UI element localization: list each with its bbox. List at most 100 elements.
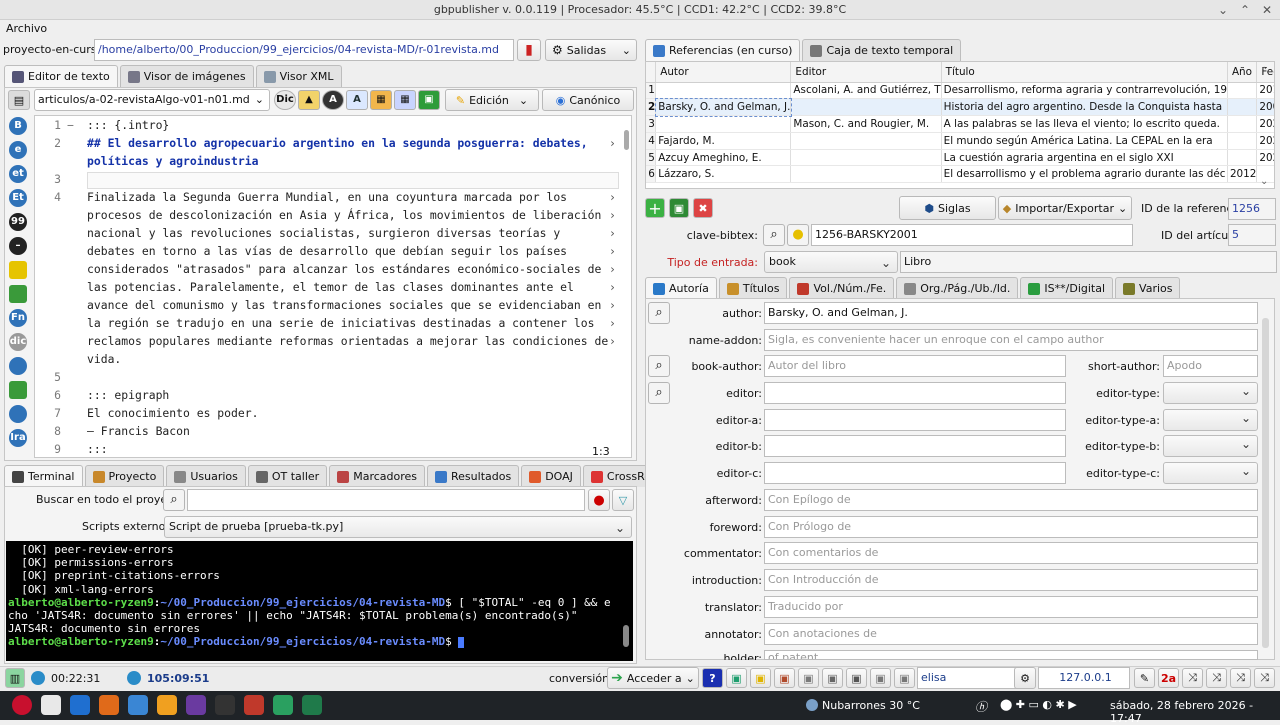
debian-icon[interactable]: [12, 695, 32, 715]
ebook-icon[interactable]: ▣: [726, 668, 747, 688]
tab-marcadores[interactable]: Marcadores: [329, 465, 426, 487]
ip-field[interactable]: 127.0.0.1: [1038, 667, 1130, 689]
search-side-icon[interactable]: [9, 405, 27, 423]
tab-proyecto[interactable]: Proyecto: [84, 465, 165, 487]
highlight-icon[interactable]: ▲: [298, 90, 320, 110]
ira-icon[interactable]: Ira: [9, 429, 27, 447]
fold-icon[interactable]: −: [67, 118, 74, 132]
hp-icon[interactable]: ⓗ: [975, 698, 987, 715]
afterword-input[interactable]: Con Epílogo de: [764, 489, 1258, 511]
table-row[interactable]: 3 Mason, C. and Rougier, M. A las palabras…: [646, 115, 1274, 133]
dash-icon[interactable]: –: [9, 237, 27, 255]
name_addon-input[interactable]: Sigla, es conveniente hacer un enroque c…: [764, 329, 1258, 351]
entry-type-select[interactable]: book: [764, 251, 898, 273]
tab-doaj[interactable]: DOAJ: [521, 465, 581, 487]
scroll-down-icon[interactable]: ⌄: [1260, 176, 1268, 187]
tab-digital[interactable]: IS**/Digital: [1020, 277, 1114, 299]
terminal-output[interactable]: [OK] peer-review-errors [OK] permissions…: [6, 541, 633, 661]
canonico-button[interactable]: ◉ Canónico: [542, 89, 634, 111]
folder-icon[interactable]: [157, 695, 177, 715]
table-row[interactable]: 6 Lázzaro, S. El desarrollismo y el proble…: [646, 165, 1274, 184]
files-icon[interactable]: [41, 695, 61, 715]
pen-icon[interactable]: ▣: [750, 668, 771, 688]
footnote-icon[interactable]: Fn: [9, 309, 27, 327]
editor_type_b-select[interactable]: [1163, 435, 1258, 457]
column-header[interactable]: Año: [1227, 62, 1258, 83]
holder-input[interactable]: of patent: [764, 650, 1258, 660]
editor-scrollbar[interactable]: [624, 130, 629, 150]
a-icon[interactable]: A: [322, 90, 344, 110]
tab-caja-texto[interactable]: Caja de texto temporal: [802, 39, 962, 61]
form-scrollbar[interactable]: [1262, 318, 1269, 648]
export-icon[interactable]: ▣: [894, 668, 915, 688]
editor_type_c-select[interactable]: [1163, 462, 1258, 484]
globe-icon[interactable]: [302, 695, 322, 715]
txt-icon[interactable]: ▣: [798, 668, 819, 688]
tool-icon[interactable]: ▮: [517, 39, 541, 61]
introduction-input[interactable]: Con Introducción de: [764, 569, 1258, 592]
tray-icons[interactable]: ⬤ ✚ ▭ ◐ ✱ ▶: [1000, 698, 1077, 711]
project-path-field[interactable]: /home/alberto/00_Produccion/99_ejercicio…: [94, 39, 514, 61]
table-row[interactable]: 4 Fajardo, M. El mundo según América Latin…: [646, 132, 1274, 150]
list-icon[interactable]: [9, 357, 27, 375]
scripts-select[interactable]: Script de prueba [prueba-tk.py]: [164, 516, 632, 538]
save-reference-icon[interactable]: ▣: [669, 198, 689, 218]
search-icon[interactable]: ⌕: [163, 489, 185, 511]
editor_c-input[interactable]: [764, 462, 1066, 484]
side-toggle-icon[interactable]: ▤: [8, 90, 30, 110]
tab-visor-xml[interactable]: Visor XML: [255, 65, 342, 87]
tools-icon[interactable]: ✎: [1134, 668, 1155, 688]
components-icon[interactable]: ▦: [394, 90, 416, 110]
map-icon[interactable]: [9, 381, 27, 399]
quote-icon[interactable]: 99: [9, 213, 27, 231]
author-input[interactable]: Barsky, O. and Gelman, J.: [764, 302, 1258, 324]
app-icon[interactable]: ▥: [5, 668, 25, 688]
tab-terminal[interactable]: Terminal: [4, 465, 83, 487]
editor_type_a-select[interactable]: [1163, 409, 1258, 431]
importar-exportar-button[interactable]: ◆ Importar/Exportar ⌄: [998, 196, 1132, 220]
bib-icon[interactable]: ▣: [870, 668, 891, 688]
tab-volume[interactable]: Vol./Núm./Fe.: [789, 277, 895, 299]
emphasis-icon[interactable]: e: [9, 141, 27, 159]
browser-icon[interactable]: [128, 695, 148, 715]
save-icon[interactable]: ▣: [418, 90, 440, 110]
tab-referencias[interactable]: Referencias (en curso): [645, 39, 801, 61]
tab-titles[interactable]: Títulos: [718, 277, 788, 299]
table-row[interactable]: 5 Azcuy Ameghino, E. La cuestión agraria a…: [646, 149, 1274, 167]
editor_type-select[interactable]: [1163, 382, 1258, 404]
editor_a-input[interactable]: [764, 409, 1066, 431]
tab-resultados[interactable]: Resultados: [427, 465, 520, 487]
minimize-icon[interactable]: ⌄: [1218, 3, 1228, 17]
menu-archivo[interactable]: Archivo: [6, 22, 47, 35]
foreword-input[interactable]: Con Prólogo de: [764, 515, 1258, 538]
file-select[interactable]: articulos/a-02-revistaAlgo-v01-n01.md ⌄: [34, 89, 270, 111]
chart-app-icon[interactable]: [244, 695, 264, 715]
column-header[interactable]: Título: [941, 62, 1228, 83]
terminal-app-icon[interactable]: [215, 695, 235, 715]
tab-organization[interactable]: Org./Pág./Ub./Id.: [896, 277, 1019, 299]
font-icon[interactable]: A: [346, 90, 368, 110]
delete-reference-icon[interactable]: ✖: [693, 198, 713, 218]
tex-icon[interactable]: [186, 695, 206, 715]
share-alt-icon[interactable]: ⤨: [1254, 668, 1275, 688]
close-icon[interactable]: ✕: [1262, 3, 1272, 17]
terminal-scrollbar[interactable]: [622, 543, 631, 659]
network-icon[interactable]: ⚙: [1014, 667, 1036, 689]
column-header[interactable]: Editor: [790, 62, 942, 83]
tab-misc[interactable]: Varios: [1115, 277, 1181, 299]
add-reference-icon[interactable]: +: [645, 198, 665, 218]
2a-icon[interactable]: 2a: [1158, 668, 1179, 688]
table-row[interactable]: 2 Barsky, O. and Gelman, J. Historia del a…: [646, 97, 1274, 117]
short_author-input[interactable]: Apodo: [1163, 355, 1258, 377]
comment-icon[interactable]: [9, 261, 27, 279]
search-editor-icon[interactable]: ⌕: [648, 382, 670, 404]
tab-ot-taller[interactable]: OT taller: [247, 465, 328, 487]
app-orange-icon[interactable]: [99, 695, 119, 715]
et-alt-icon[interactable]: Et: [9, 189, 27, 207]
search-bibtex-icon[interactable]: ⌕: [763, 224, 785, 246]
acceder-button[interactable]: ➔ Acceder a ⌄: [607, 667, 699, 689]
docx-icon[interactable]: ▣: [846, 668, 867, 688]
edicion-button[interactable]: ✎ Edición ⌄: [445, 89, 539, 111]
image-insert-icon[interactable]: [9, 285, 27, 303]
column-header[interactable]: Autor: [655, 62, 792, 83]
